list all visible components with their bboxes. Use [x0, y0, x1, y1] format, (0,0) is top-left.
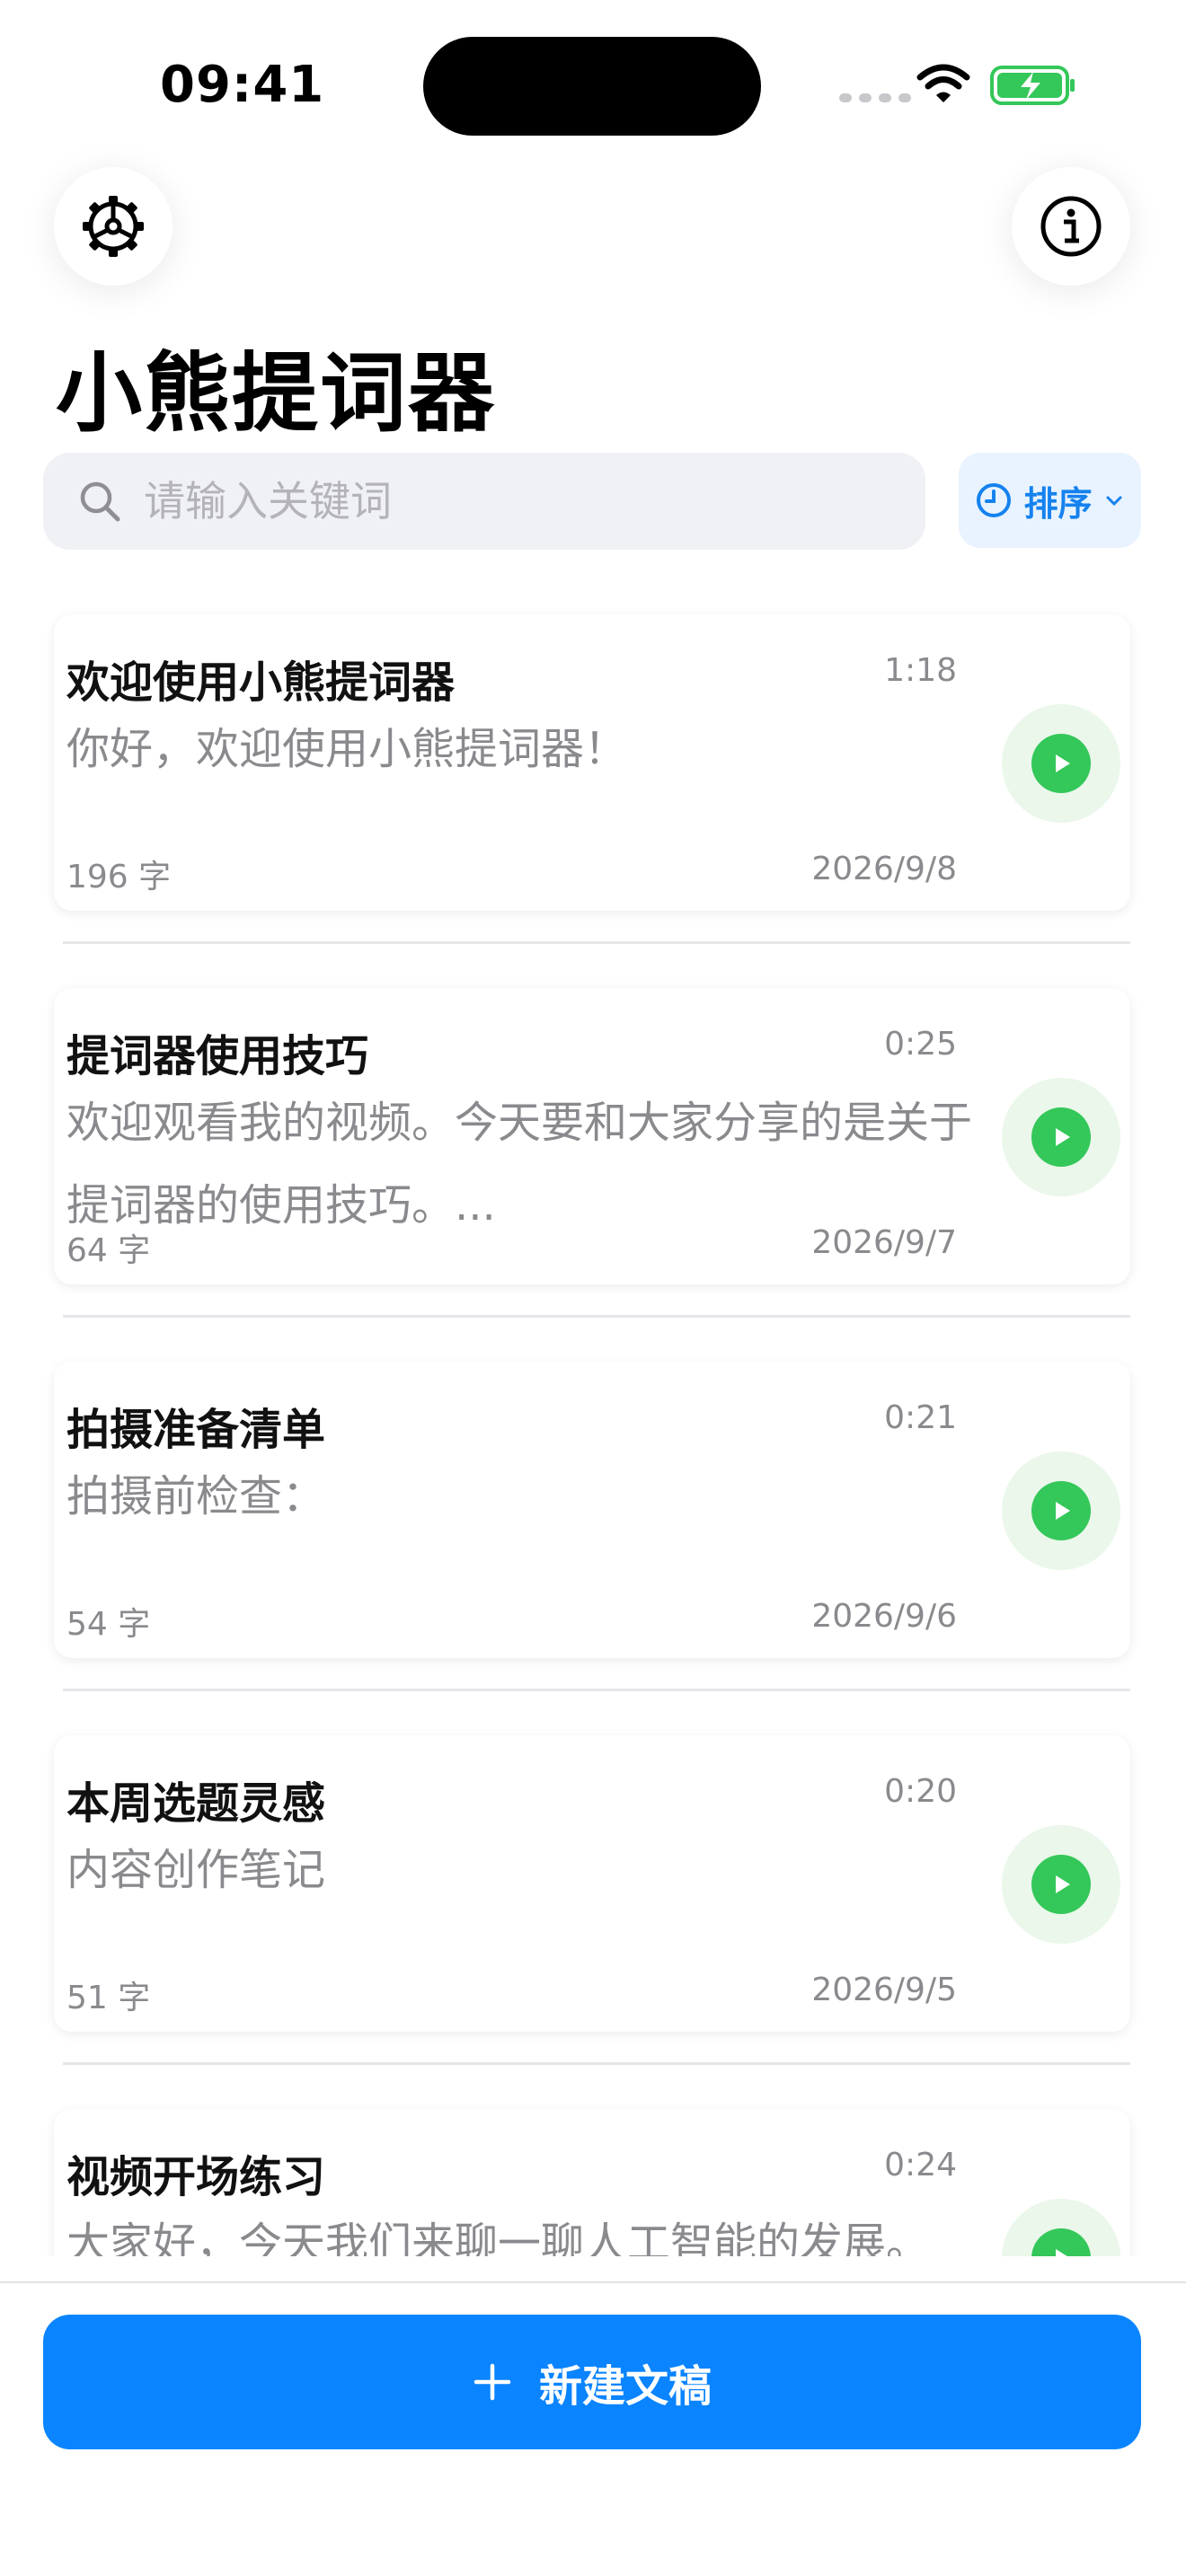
status-time: 09:41 — [160, 56, 325, 114]
new-script-label: 新建文稿 — [538, 2361, 712, 2412]
list-divider — [63, 1315, 1130, 1318]
script-date: 2026/9/8 — [811, 851, 957, 887]
info-button[interactable] — [1012, 167, 1130, 286]
script-list: 欢迎使用小熊提词器 1:18 你好，欢迎使用小熊提词器！ 196 字 2026/… — [0, 604, 1186, 2256]
script-title: 提词器使用技巧 — [66, 1031, 369, 1081]
gear-icon — [83, 196, 144, 257]
dynamic-island — [423, 37, 761, 136]
script-preview: 拍摄前检查： — [66, 1471, 326, 1522]
script-card[interactable]: 提词器使用技巧 0:25 欢迎观看我的视频。今天要和大家分享的是关于提词器的使用… — [54, 988, 1130, 1284]
new-script-button[interactable]: 新建文稿 — [43, 2315, 1141, 2449]
script-duration: 0:24 — [884, 2147, 957, 2183]
script-card[interactable]: 欢迎使用小熊提词器 1:18 你好，欢迎使用小熊提词器！ 196 字 2026/… — [54, 614, 1130, 911]
script-title: 欢迎使用小熊提词器 — [66, 657, 456, 708]
clock-icon — [977, 483, 1012, 517]
script-title: 本周选题灵感 — [66, 1778, 326, 1829]
search-icon — [77, 479, 122, 524]
settings-button[interactable] — [54, 167, 173, 286]
script-preview: 大家好，今天我们来聊一聊人工智能的发展。 — [66, 2219, 930, 2256]
wifi-icon — [916, 63, 970, 108]
sort-button[interactable]: 排序 — [959, 453, 1141, 548]
play-button[interactable] — [1002, 704, 1120, 823]
list-divider — [63, 2062, 1130, 2065]
script-title: 视频开场练习 — [66, 2152, 326, 2202]
play-button[interactable] — [1002, 1825, 1120, 1944]
play-button[interactable] — [1002, 2199, 1120, 2256]
play-icon — [1056, 1128, 1070, 1146]
script-preview: 欢迎观看我的视频。今天要和大家分享的是关于提词器的使用技巧。... — [66, 1098, 973, 1231]
search-input[interactable] — [142, 476, 882, 526]
play-button[interactable] — [1002, 1078, 1120, 1196]
play-icon — [1056, 1502, 1070, 1520]
script-card[interactable]: 本周选题灵感 0:20 内容创作笔记 51 字 2026/9/5 — [54, 1735, 1130, 2032]
script-duration: 1:18 — [884, 652, 957, 689]
info-icon — [1040, 196, 1102, 257]
script-preview: 你好，欢迎使用小熊提词器！ — [66, 724, 628, 774]
plus-icon — [474, 2363, 511, 2401]
script-title: 拍摄准备清单 — [66, 1405, 326, 1455]
page-title: 小熊提词器 — [56, 343, 496, 444]
search-bar[interactable] — [43, 453, 925, 550]
script-duration: 0:21 — [884, 1399, 957, 1436]
script-word-count: 51 字 — [66, 1980, 151, 2016]
script-card[interactable]: 视频开场练习 0:24 大家好，今天我们来聊一聊人工智能的发展。 — [54, 2109, 1130, 2256]
play-icon — [1056, 2249, 1067, 2256]
script-duration: 0:20 — [884, 1773, 957, 1810]
chevron-down-icon — [1106, 496, 1121, 507]
teleprompter-home-screen: 09:41 小熊提词器 请输入关键词 排序 欢迎使用小熊提词器 1:18 你好，… — [0, 0, 1186, 2576]
cellular-signal-icon — [839, 93, 911, 102]
list-divider — [63, 1689, 1130, 1691]
script-preview: 内容创作笔记 — [66, 1845, 326, 1895]
sort-label: 排序 — [1023, 483, 1093, 524]
list-divider — [63, 941, 1130, 944]
script-duration: 0:25 — [884, 1026, 957, 1063]
play-icon — [1056, 1875, 1070, 1893]
script-date: 2026/9/7 — [811, 1224, 957, 1261]
battery-charging-icon — [990, 65, 1076, 110]
play-button[interactable] — [1002, 1451, 1120, 1570]
script-date: 2026/9/5 — [811, 1972, 957, 2008]
play-icon — [1056, 754, 1070, 772]
script-word-count: 54 字 — [66, 1606, 151, 1643]
script-word-count: 196 字 — [66, 859, 172, 895]
script-word-count: 64 字 — [66, 1232, 151, 1269]
script-card[interactable]: 拍摄准备清单 0:21 拍摄前检查： 54 字 2026/9/6 — [54, 1362, 1130, 1658]
script-date: 2026/9/6 — [811, 1598, 957, 1635]
